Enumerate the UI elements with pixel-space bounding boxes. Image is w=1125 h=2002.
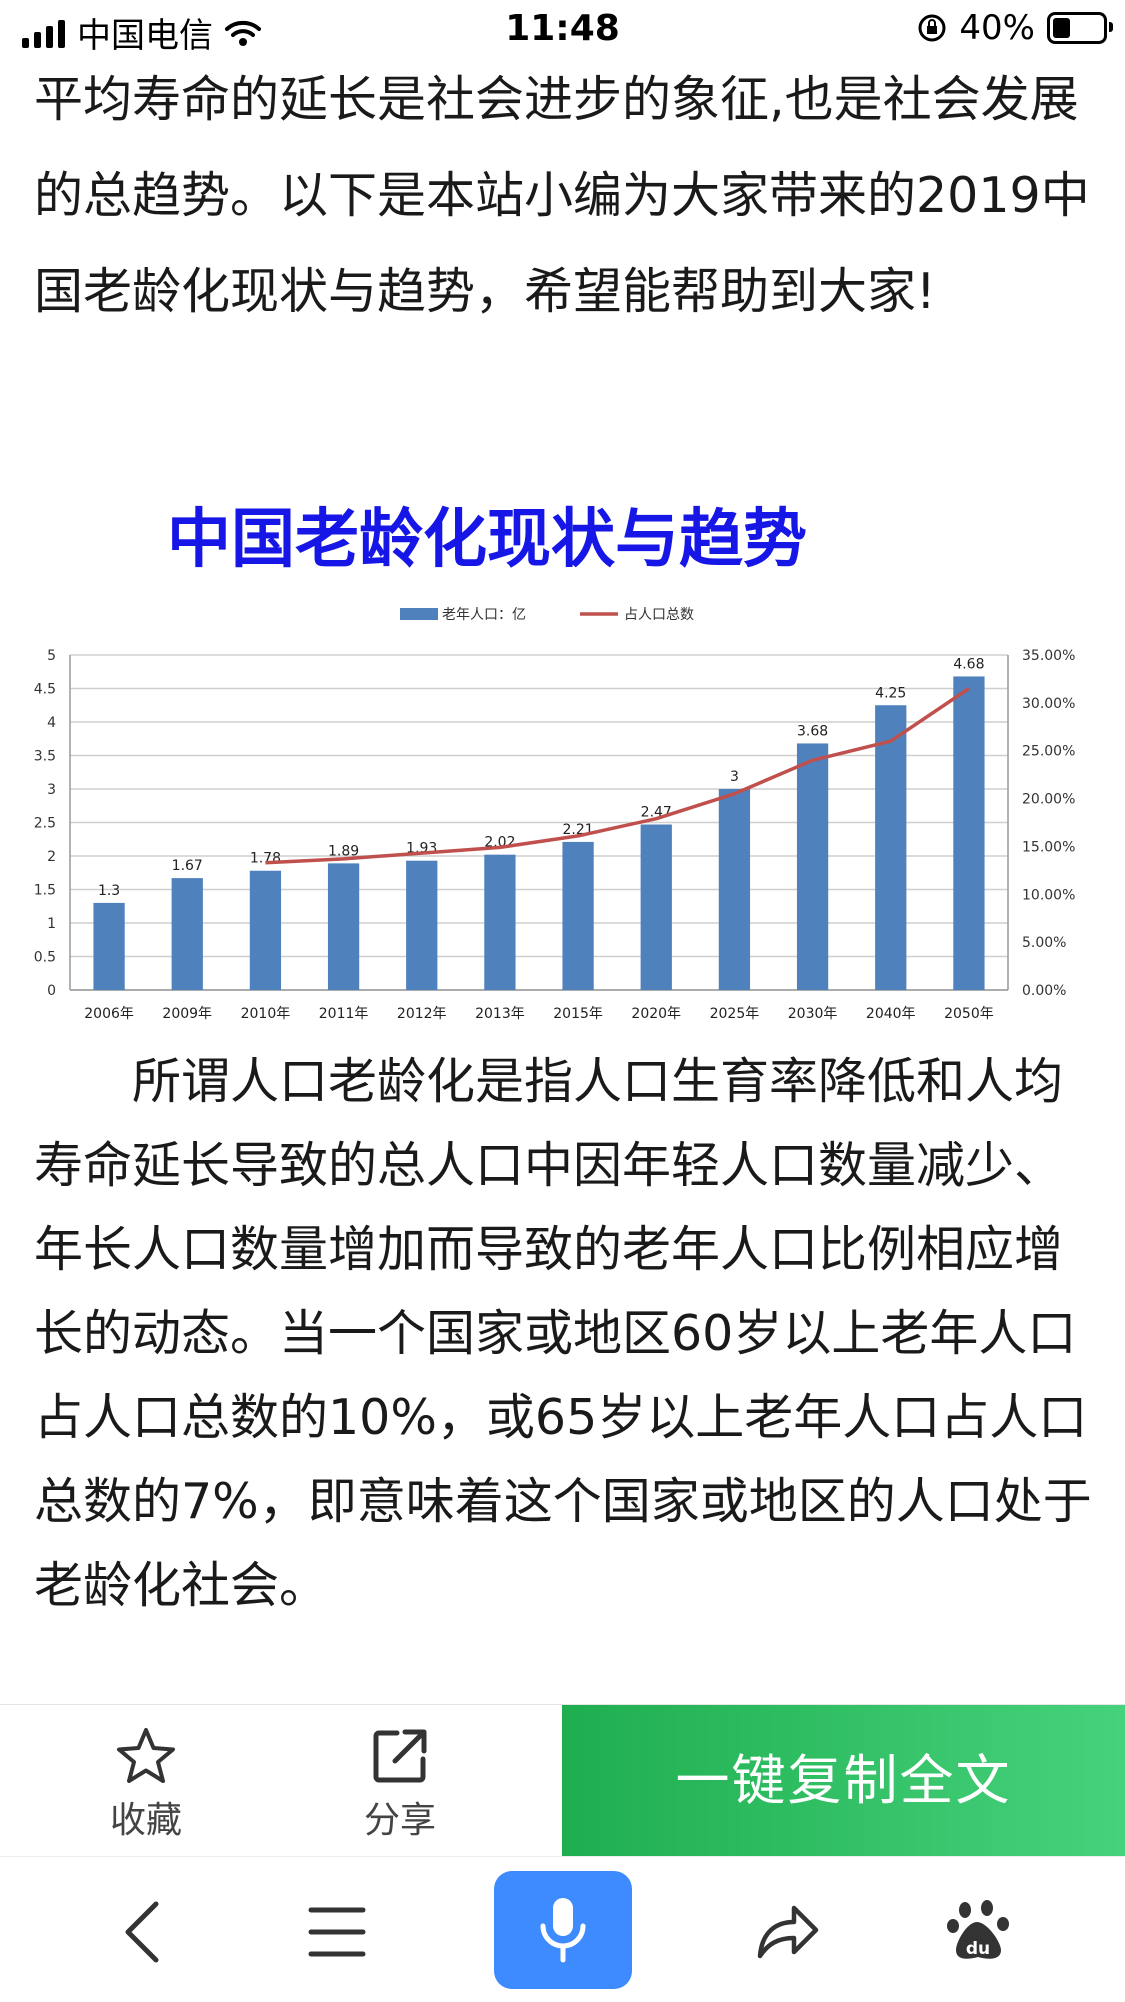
aging-chart: 0 0.5 1 1.5 2 2.5 3 3.5 4 4.5 5 0.00% 5.00% 10.00% 15.… [34,607,1076,1022]
external-share-icon [373,1729,427,1783]
bar [718,789,751,990]
legend-bar-label: 老年人口：亿 [442,607,526,623]
y-left-tick-label: 3.5 [34,749,56,765]
x-tick-label: 2006年 [84,1006,134,1022]
y-right-tick-label: 15.00% [1022,839,1075,855]
y-right-tick-label: 30.00% [1022,696,1075,712]
y-right-tick-label: 20.00% [1022,792,1075,808]
voice-search-button[interactable] [494,1871,632,1989]
browser-nav-bar: du [0,1856,1125,2002]
x-tick-label: 2015年 [553,1006,603,1022]
share-button[interactable]: 分享 [330,1727,470,1843]
y-right-tick-label: 0.00% [1022,983,1066,999]
battery-icon [1047,12,1113,44]
bar [171,878,203,990]
y-left-tick-label: 0 [47,983,56,999]
share-label: 分享 [363,1800,436,1841]
svg-text:du: du [966,1939,990,1959]
x-tick-label: 2011年 [319,1006,369,1022]
bar-value-label: 1.3 [98,883,120,899]
legend-bar-swatch [400,608,438,620]
bar [796,743,829,990]
bar [327,863,360,990]
favorite-label: 收藏 [109,1800,182,1841]
y-left-tick-label: 3 [47,782,56,798]
bar-value-label: 3.68 [797,723,828,739]
y-left-tick-label: 1.5 [34,883,56,899]
copy-all-button[interactable]: 一键复制全文 [562,1705,1125,1857]
x-tick-label: 2013年 [475,1006,525,1022]
bar-value-label: 1.67 [172,858,203,874]
share-arrow-icon [757,1905,819,1959]
x-tick-label: 2020年 [631,1006,681,1022]
bar [640,824,672,990]
battery-percent: 40% [959,8,1035,48]
x-tick-label: 2025年 [710,1006,760,1022]
x-tick-label: 2009年 [162,1006,212,1022]
menu-icon [308,1907,366,1957]
x-tick-label: 2010年 [241,1006,291,1022]
y-left-tick-label: 4 [47,715,56,731]
x-tick-label: 2040年 [866,1006,916,1022]
baidu-home-button[interactable]: du [934,1887,1024,1977]
legend-line-label: 占人口总数 [624,607,694,623]
forward-share-button[interactable] [742,1887,832,1977]
bar-value-label: 4.25 [875,685,906,701]
microphone-icon [540,1898,586,1963]
y-left-tick-label: 1 [47,916,56,932]
y-right-tick-label: 25.00% [1022,744,1075,760]
menu-button[interactable] [292,1887,382,1977]
y-left-tick-label: 0.5 [34,950,56,966]
y-left-tick-label: 2 [47,849,56,865]
y-right-tick-label: 35.00% [1022,648,1075,664]
x-tick-label: 2030年 [788,1006,838,1022]
bar [484,854,516,990]
chevron-left-icon [125,1901,159,1963]
article-paragraph-definition: 所谓人口老龄化是指人口生育率降低和人均寿命延长导致的总人口中因年轻人口数量减少、… [34,1053,1092,1614]
bar [406,860,438,990]
star-icon [117,1728,175,1783]
x-tick-label: 2012年 [397,1006,447,1022]
bar-value-label: 1.78 [250,851,281,867]
chart-heading: 中国老龄化现状与趋势 [167,503,807,577]
action-bar: 收藏 分享 一键复制全文 [0,1704,1125,1857]
status-right: 40% [917,8,1113,48]
back-button[interactable] [98,1887,188,1977]
y-right-tick-label: 10.00% [1022,887,1075,903]
y-right-tick-label: 5.00% [1022,935,1066,951]
bar [93,902,125,990]
favorite-button[interactable]: 收藏 [76,1727,216,1843]
rotation-lock-icon [918,14,946,42]
line-series-share [265,687,970,865]
bar [249,870,282,990]
bar [875,705,907,990]
bar-value-label: 3 [730,769,739,785]
bar [953,676,985,990]
bar-value-label: 4.68 [953,656,984,672]
y-left-tick-label: 4.5 [34,682,56,698]
bar [562,841,594,990]
article-paragraph-intro: 平均寿命的延长是社会进步的象征,也是社会发展的总趋势。以下是本站小编为大家带来的… [34,71,1090,320]
y-left-tick-label: 2.5 [34,816,56,832]
baidu-paw-icon: du [947,1900,1009,1959]
x-tick-label: 2050年 [944,1006,994,1022]
y-left-tick-label: 5 [47,648,56,664]
